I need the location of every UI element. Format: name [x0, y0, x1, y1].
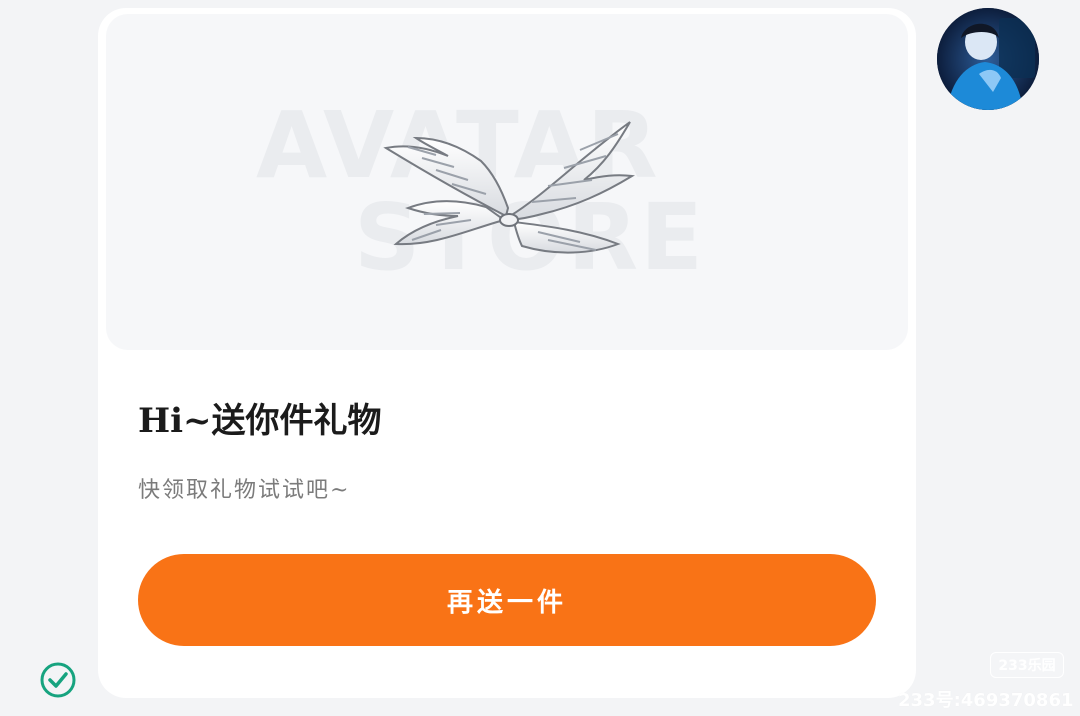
angel-wings-icon — [383, 121, 635, 254]
account-id-watermark: 233号:469370861 — [898, 690, 1074, 711]
send-another-gift-button[interactable]: 再送一件 — [138, 554, 876, 646]
site-badge: 233乐园 — [990, 652, 1064, 678]
check-circle-icon — [40, 662, 76, 698]
avatar-photo — [937, 8, 1039, 110]
gift-message-card: AVATAR STORE Hi~送你件礼物 快 — [98, 8, 916, 698]
gift-title: Hi~送你件礼物 — [138, 401, 382, 441]
avatar[interactable] — [937, 8, 1039, 110]
gift-preview[interactable]: AVATAR STORE — [106, 14, 908, 350]
gift-subtitle: 快领取礼物试试吧~ — [138, 478, 351, 503]
